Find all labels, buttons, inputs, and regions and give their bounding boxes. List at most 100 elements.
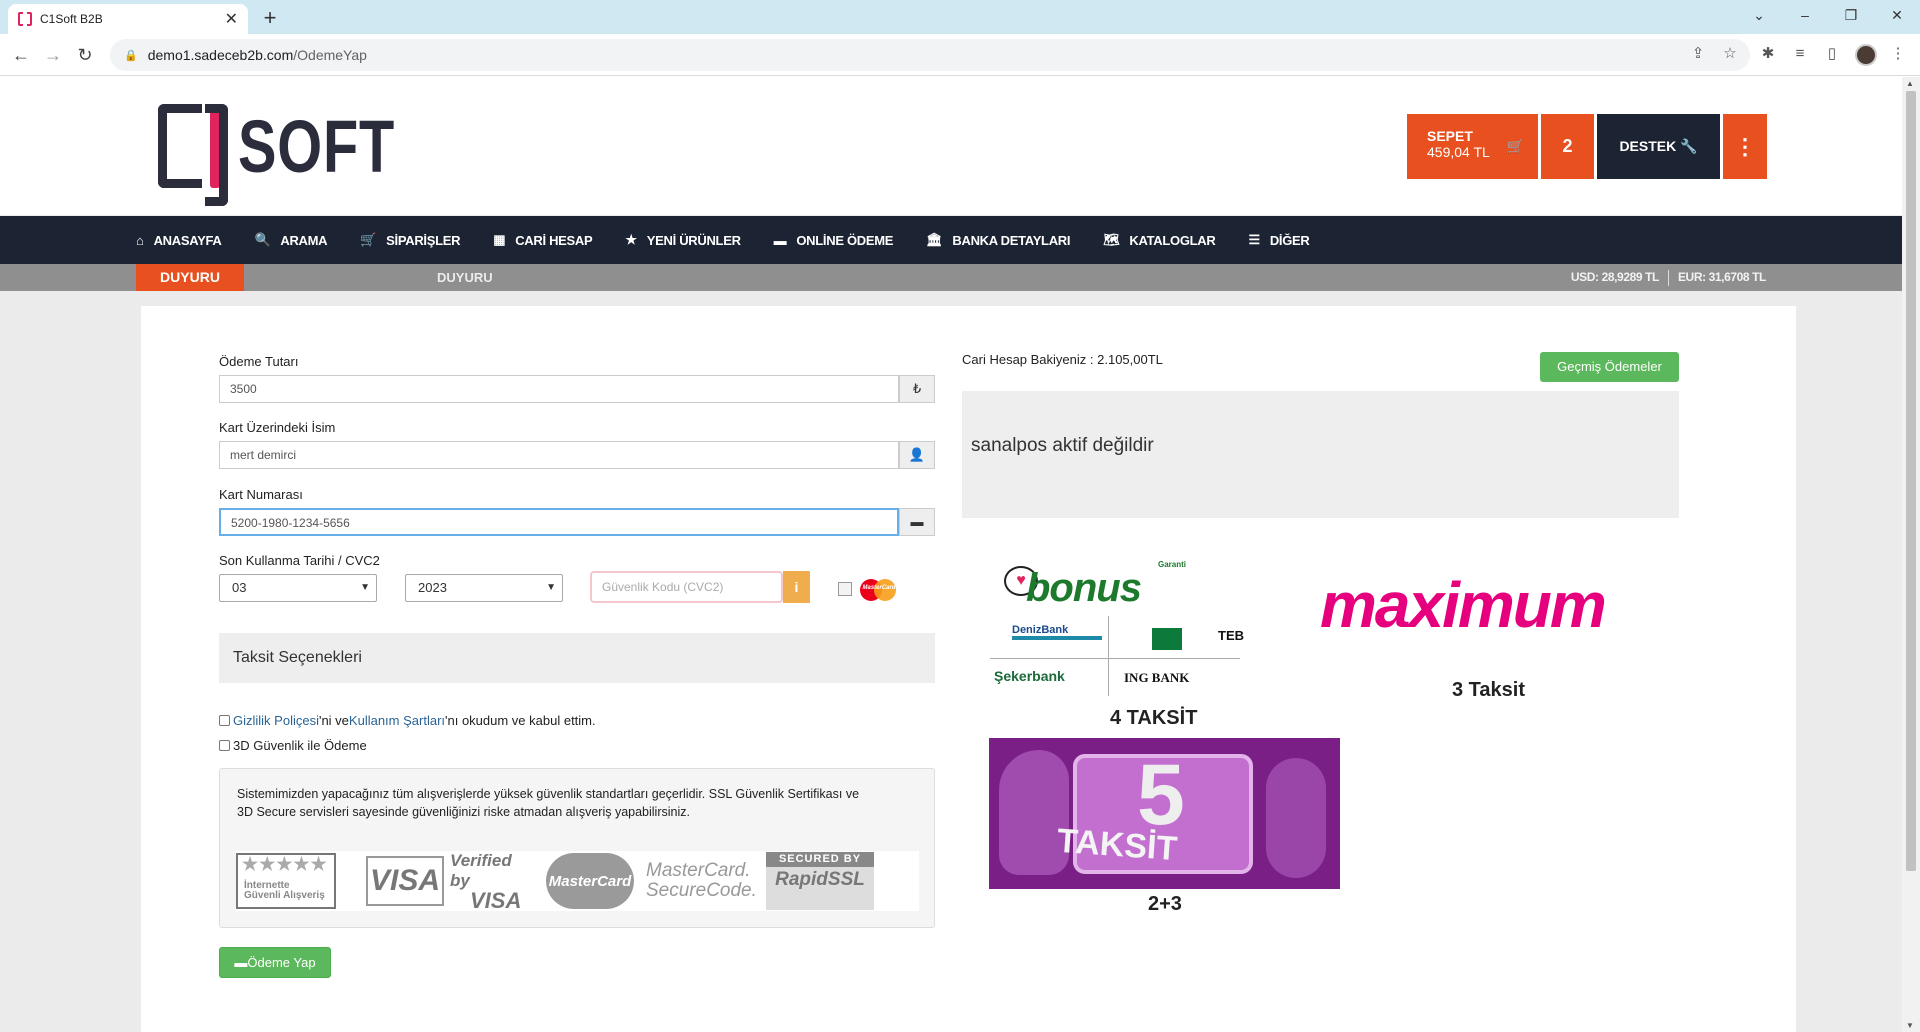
security-badges: ★★★★★ İnternette Güvenli Alışveriş VISA … [236, 851, 919, 913]
reload-icon[interactable]: ↻ [72, 42, 98, 68]
cvc-input[interactable]: Güvenlik Kodu (CVC2) [590, 571, 783, 603]
url-field[interactable]: 🔒 demo1.sadeceb2b.com/OdemeYap [110, 39, 1750, 71]
restore-button[interactable]: ❐ [1828, 0, 1874, 30]
partner-banks: DenizBank TEB Şekerbank ING BANK [990, 616, 1244, 696]
site-header: SOFT SEPET 459,04 TL 🛒 2 DESTEK 🔧 ⋮ [0, 77, 1902, 215]
terms-checkbox[interactable] [219, 715, 230, 726]
cart-button[interactable]: SEPET 459,04 TL 🛒 [1407, 114, 1538, 179]
nav-item-siparisler[interactable]: 🛒 SİPARİŞLER [360, 232, 460, 248]
support-button[interactable]: DESTEK 🔧 [1597, 114, 1720, 179]
promo-banner: 5 TAKSİT [989, 738, 1340, 889]
url-host: demo1.sadeceb2b.com [147, 47, 294, 63]
nav-label: ANASAYFA [153, 232, 222, 248]
nav-item-kataloglar[interactable]: 🗺 KATALOGLAR [1103, 232, 1216, 248]
logo-text: SOFT [238, 104, 396, 188]
badge-stars: ★★★★★ [242, 854, 328, 874]
tab-search-icon[interactable]: ⌄ [1736, 0, 1782, 30]
share-icon[interactable]: ⇪ [1686, 42, 1710, 66]
expiry-year-select[interactable]: 2023 ▼ [405, 574, 563, 602]
security-text: Sistemimizden yapacağınız tüm alışverişl… [237, 787, 860, 819]
bonus-caption: 4 TAKSİT [1110, 707, 1198, 729]
main-nav: ⌂ ANASAYFA 🔍 ARAMA 🛒 SİPARİŞLER ▦ CARİ HESAP… [0, 216, 1902, 264]
nav-item-cari-hesap[interactable]: ▦ CARİ HESAP [493, 232, 592, 248]
garanti-text: Garanti [1158, 560, 1187, 569]
logo-bracket [158, 104, 202, 188]
expiry-label: Son Kullanma Tarihi / CVC2 [219, 553, 380, 568]
nav-item-diger[interactable]: ☰ DİĞER [1248, 232, 1309, 248]
expiry-month-select[interactable]: 03 ▼ [219, 574, 377, 602]
info-button[interactable]: i [783, 571, 810, 603]
cart-icon: 🛒 [1506, 138, 1524, 154]
forward-icon[interactable]: → [40, 42, 66, 68]
close-tab-icon[interactable]: ✕ [225, 9, 238, 29]
list-icon: ☰ [1248, 232, 1260, 247]
balance-line: Cari Hesap Bakiyeniz : 2.105,00TL [962, 352, 1163, 367]
nav-item-arama[interactable]: 🔍 ARAMA [254, 232, 327, 248]
scroll-up-icon[interactable]: ▲ [1906, 79, 1914, 88]
media-icon[interactable]: ≡ [1788, 42, 1812, 66]
address-bar: ← → ↻ 🔒 demo1.sadeceb2b.com/OdemeYap ⇪ ☆… [0, 34, 1920, 76]
site-logo[interactable]: SOFT [158, 103, 439, 206]
teb-logo: TEB [1152, 628, 1244, 650]
sanalpos-notice: sanalpos aktif değildir [962, 391, 1679, 518]
privacy-link[interactable]: Gizlilik Poliçesi [233, 713, 319, 728]
back-icon[interactable]: ← [8, 42, 34, 68]
minimize-button[interactable]: – [1782, 0, 1828, 30]
side-panel-icon[interactable]: ▯ [1820, 42, 1844, 66]
terms-checkbox-row: Gizlilik Poliçesi'ni ve Kullanım Şartlar… [219, 713, 596, 728]
verified-line-1: Verified by [450, 851, 512, 890]
eur-rate: EUR: 31,6708 TL [1677, 270, 1766, 284]
bookmark-star-icon[interactable]: ☆ [1718, 42, 1742, 66]
pay-button[interactable]: ▬Ödeme Yap [219, 947, 331, 978]
balance-value: 2.105,00TL [1097, 352, 1163, 367]
more-menu-button[interactable]: ⋮ [1723, 114, 1767, 179]
card-number-input[interactable]: 5200-1980-1234-5656 [219, 508, 899, 536]
user-icon: 👤 [899, 441, 935, 469]
banks-vertical-divider [1108, 616, 1109, 696]
cart-count-badge[interactable]: 2 [1541, 114, 1594, 179]
scrollbar-thumb[interactable] [1906, 91, 1916, 871]
url-path: /OdemeYap [293, 47, 367, 63]
extensions-icon[interactable]: ✱ [1756, 42, 1780, 66]
promo-caption: 2+3 [1148, 893, 1182, 915]
nav-label: YENİ ÜRÜNLER [646, 232, 741, 248]
favicon-icon [18, 12, 32, 26]
browser-tab[interactable]: C1Soft B2B ✕ [8, 4, 248, 34]
nav-label: CARİ HESAP [515, 232, 593, 248]
bonus-card-logo: ♥ bonus Garanti DenizBank TEB Şekerbank … [990, 548, 1244, 696]
close-window-button[interactable]: ✕ [1874, 0, 1920, 30]
lock-icon: 🔒 [124, 49, 138, 62]
month-value: 03 [232, 580, 247, 595]
cardholder-input[interactable]: mert demirci [219, 441, 899, 469]
nav-item-banka-detaylari[interactable]: 🏛 BANKA DETAYLARI [926, 232, 1070, 248]
3d-secure-checkbox[interactable] [219, 740, 230, 751]
profile-avatar[interactable] [1855, 44, 1877, 66]
nav-item-online-odeme[interactable]: ▬ ONLİNE ÖDEME [774, 233, 894, 248]
payment-history-button[interactable]: Geçmiş Ödemeler [1540, 352, 1679, 382]
promo-right-figure [1266, 758, 1326, 878]
rapidssl-line-1: SECURED BY [766, 852, 874, 867]
verified-line-2: VISA [470, 888, 522, 913]
scroll-down-icon[interactable]: ▼ [1906, 1021, 1914, 1030]
credit-card-icon: ▬ [773, 232, 787, 248]
new-tab-button[interactable]: + [256, 4, 284, 32]
maximum-caption: 3 Taksit [1452, 679, 1525, 701]
nav-label: ARAMA [280, 232, 328, 248]
chevron-down-icon: ▼ [546, 582, 556, 593]
terms-link[interactable]: Kullanım Şartları [349, 713, 445, 728]
tab-title: C1Soft B2B [40, 12, 103, 26]
star-icon: ★ [625, 232, 637, 247]
menu-dots-icon[interactable]: ⋮ [1886, 42, 1910, 66]
announcement-bar: DUYURU DUYURU USD: 28,9289 TL EUR: 31,670… [0, 264, 1902, 291]
terms-tail-text: 'nı okudum ve kabul ettim. [445, 713, 596, 728]
amount-input[interactable]: 3500 [219, 375, 899, 403]
page-scrollbar[interactable]: ▲ ▼ [1902, 77, 1920, 1032]
verified-by-visa-badge: Verified by VISA [450, 851, 532, 913]
credit-card-icon: ▬ [234, 955, 248, 970]
nav-item-anasayfa[interactable]: ⌂ ANASAYFA [136, 232, 222, 248]
nav-item-yeni-urunler[interactable]: ★ YENİ ÜRÜNLER [625, 232, 741, 248]
cart-icon: 🛒 [360, 232, 377, 247]
calculator-icon: ▦ [493, 232, 506, 247]
security-info-box: Sistemimizden yapacağınız tüm alışverişl… [219, 768, 935, 928]
mastercard-badge: MasterCard [546, 853, 634, 909]
